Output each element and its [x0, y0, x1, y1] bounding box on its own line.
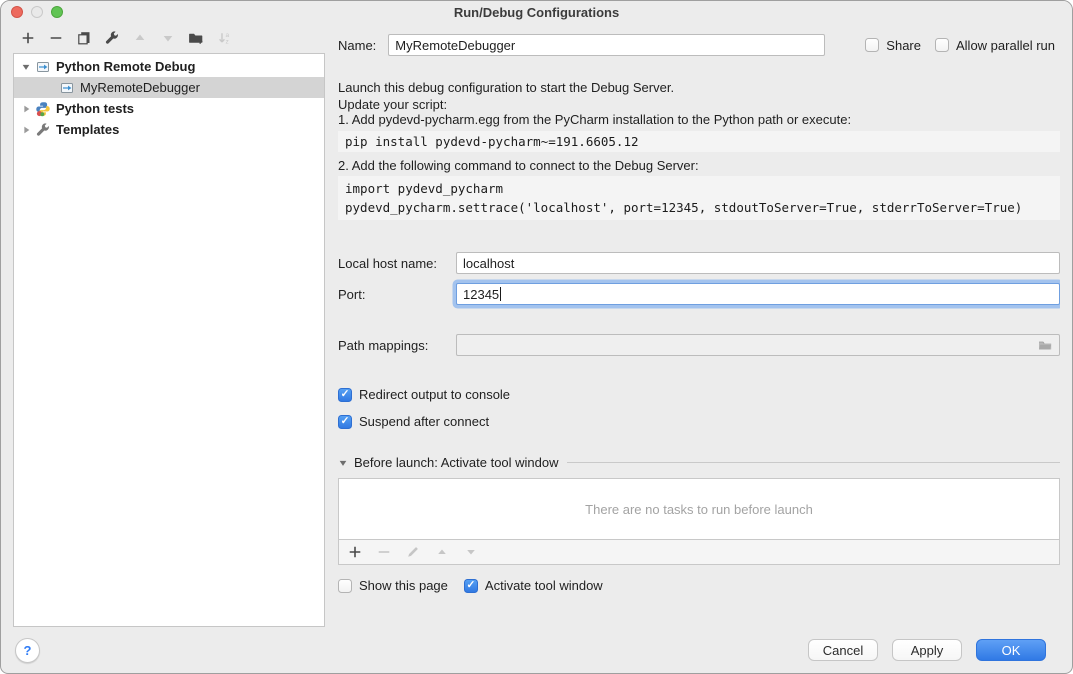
browse-folder-icon[interactable] [1037, 337, 1053, 353]
step2-text: 2. Add the following command to connect … [338, 158, 1060, 173]
code-line: import pydevd_pycharm [345, 179, 1053, 198]
share-checkbox[interactable] [865, 38, 879, 52]
traffic-lights [11, 6, 63, 18]
help-button[interactable]: ? [15, 638, 40, 663]
edit-templates-wrench-icon[interactable] [104, 30, 120, 46]
tree-item-myremotedebugger[interactable]: MyRemoteDebugger [14, 77, 324, 98]
ok-button[interactable]: OK [976, 639, 1046, 661]
intro-text: Launch this debug configuration to start… [338, 80, 1060, 95]
path-mappings-label: Path mappings: [338, 338, 456, 353]
step1-text: 1. Add pydevd-pycharm.egg from the PyCha… [338, 112, 1060, 127]
separator-line [567, 462, 1060, 463]
tree-item-label: Templates [56, 122, 119, 137]
name-input[interactable] [388, 34, 825, 56]
new-folder-icon[interactable] [188, 30, 204, 46]
copy-icon[interactable] [76, 30, 92, 46]
tree-item-label: Python Remote Debug [56, 59, 195, 74]
before-launch-toolbar [338, 540, 1060, 565]
move-task-down-icon [463, 544, 479, 560]
local-host-name-input[interactable] [456, 252, 1060, 274]
zoom-window-button[interactable] [51, 6, 63, 18]
remote-debug-config-icon [35, 59, 51, 75]
chevron-right-icon[interactable] [20, 104, 32, 114]
help-icon: ? [24, 643, 32, 658]
port-input[interactable]: 12345 [456, 283, 1060, 305]
chevron-down-icon[interactable] [20, 62, 32, 72]
show-this-page-label: Show this page [359, 578, 448, 593]
suspend-after-connect-checkbox[interactable] [338, 415, 352, 429]
add-task-icon[interactable] [347, 544, 363, 560]
run-debug-configurations-dialog: Run/Debug Configurations [0, 0, 1073, 674]
activate-tool-window-label: Activate tool window [485, 578, 603, 593]
code-line: pydevd_pycharm.settrace('localhost', por… [345, 198, 1053, 217]
edit-task-pencil-icon [405, 544, 421, 560]
configurations-tree: Python Remote Debug MyRemoteDebugger [13, 53, 325, 627]
move-down-icon [160, 30, 176, 46]
move-up-icon [132, 30, 148, 46]
remote-debug-config-icon [59, 80, 75, 96]
port-label: Port: [338, 287, 456, 302]
redirect-output-checkbox[interactable] [338, 388, 352, 402]
redirect-output-label: Redirect output to console [359, 387, 510, 402]
dialog-body: az Python Remote Debug [1, 23, 1072, 627]
suspend-after-connect-label: Suspend after connect [359, 414, 489, 429]
share-label: Share [886, 38, 921, 53]
cancel-button[interactable]: Cancel [808, 639, 878, 661]
pip-install-code: pip install pydevd-pycharm~=191.6605.12 [338, 131, 1060, 152]
configurations-toolbar: az [13, 23, 325, 53]
sort-alphabetically-icon: az [216, 30, 232, 46]
dialog-footer: ? Cancel Apply OK [1, 627, 1072, 673]
close-window-button[interactable] [11, 6, 23, 18]
before-launch-header: Before launch: Activate tool window [354, 455, 559, 470]
tree-item-label: MyRemoteDebugger [80, 80, 200, 95]
settrace-code: import pydevd_pycharm pydevd_pycharm.set… [338, 176, 1060, 220]
remove-task-icon [376, 544, 392, 560]
window-title: Run/Debug Configurations [454, 5, 619, 20]
local-host-name-label: Local host name: [338, 256, 456, 271]
remove-icon[interactable] [48, 30, 64, 46]
allow-parallel-run-label: Allow parallel run [956, 38, 1055, 53]
minimize-window-button [31, 6, 43, 18]
before-launch-collapse-icon[interactable] [338, 458, 348, 468]
tree-item-python-remote-debug[interactable]: Python Remote Debug [14, 56, 324, 77]
name-label: Name: [338, 38, 376, 53]
chevron-right-icon[interactable] [20, 125, 32, 135]
tree-item-templates[interactable]: Templates [14, 119, 324, 140]
python-tests-icon [35, 101, 51, 117]
configuration-editor: Name: Share Allow parallel run Launch th… [338, 23, 1060, 627]
before-launch-task-list: There are no tasks to run before launch [338, 478, 1060, 540]
path-mappings-input[interactable] [456, 334, 1060, 356]
empty-tasks-text: There are no tasks to run before launch [585, 502, 813, 517]
allow-parallel-run-checkbox[interactable] [935, 38, 949, 52]
add-icon[interactable] [20, 30, 36, 46]
update-script-text: Update your script: [338, 97, 1060, 112]
templates-wrench-icon [35, 122, 51, 138]
show-this-page-checkbox[interactable] [338, 579, 352, 593]
tree-item-python-tests[interactable]: Python tests [14, 98, 324, 119]
text-caret [500, 287, 501, 301]
activate-tool-window-checkbox[interactable] [464, 579, 478, 593]
tree-item-label: Python tests [56, 101, 134, 116]
apply-button[interactable]: Apply [892, 639, 962, 661]
configurations-panel: az Python Remote Debug [13, 23, 325, 627]
svg-text:z: z [226, 39, 229, 46]
move-task-up-icon [434, 544, 450, 560]
titlebar: Run/Debug Configurations [1, 1, 1072, 23]
